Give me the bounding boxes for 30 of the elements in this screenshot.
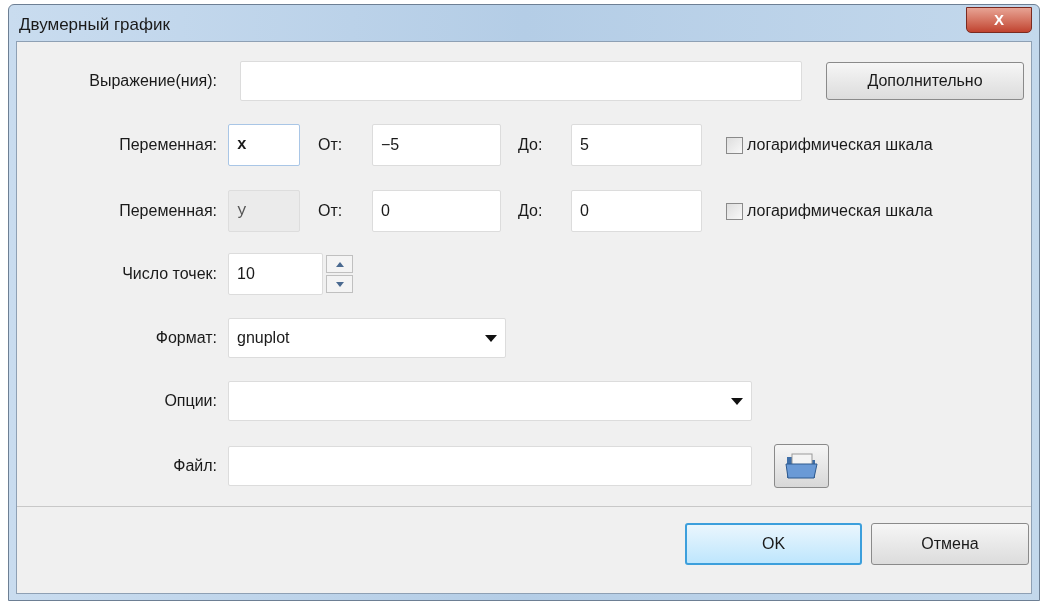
ok-button[interactable]: OK bbox=[685, 523, 862, 565]
checkbox-label: логарифмическая шкала bbox=[747, 201, 933, 221]
checkbox-label: логарифмическая шкала bbox=[747, 135, 933, 155]
format-dropdown[interactable]: gnuplot bbox=[228, 318, 506, 358]
points-input[interactable]: 10 bbox=[228, 253, 323, 295]
field-label: Число точек: bbox=[122, 264, 217, 284]
field-label: Переменная: bbox=[119, 201, 217, 221]
field-label: Переменная: bbox=[119, 135, 217, 155]
to-label: До: bbox=[518, 135, 544, 155]
to-input[interactable]: 5 bbox=[571, 124, 702, 166]
variable-input[interactable]: x bbox=[228, 124, 300, 166]
field-label: Опции: bbox=[164, 391, 217, 411]
expression-input[interactable] bbox=[240, 61, 802, 101]
cancel-button[interactable]: Отмена bbox=[871, 523, 1029, 565]
from-label: От: bbox=[318, 135, 344, 155]
from-input[interactable]: −5 bbox=[372, 124, 501, 166]
field-label: Файл: bbox=[173, 456, 217, 476]
advanced-button[interactable]: Дополнительно bbox=[826, 62, 1024, 100]
folder-icon bbox=[784, 452, 819, 480]
field-label: Формат: bbox=[155, 328, 217, 348]
window-title: Двумерный график bbox=[18, 14, 170, 37]
to-label: До: bbox=[518, 201, 544, 221]
checkbox[interactable] bbox=[726, 136, 743, 154]
field-label: Выражение(ния): bbox=[89, 71, 217, 91]
spin-buttons[interactable] bbox=[326, 255, 353, 293]
caret-icon bbox=[485, 334, 497, 342]
from-label: От: bbox=[318, 201, 344, 221]
file-input[interactable] bbox=[228, 446, 752, 486]
caret-icon bbox=[731, 397, 743, 405]
browse-button[interactable] bbox=[774, 444, 829, 488]
